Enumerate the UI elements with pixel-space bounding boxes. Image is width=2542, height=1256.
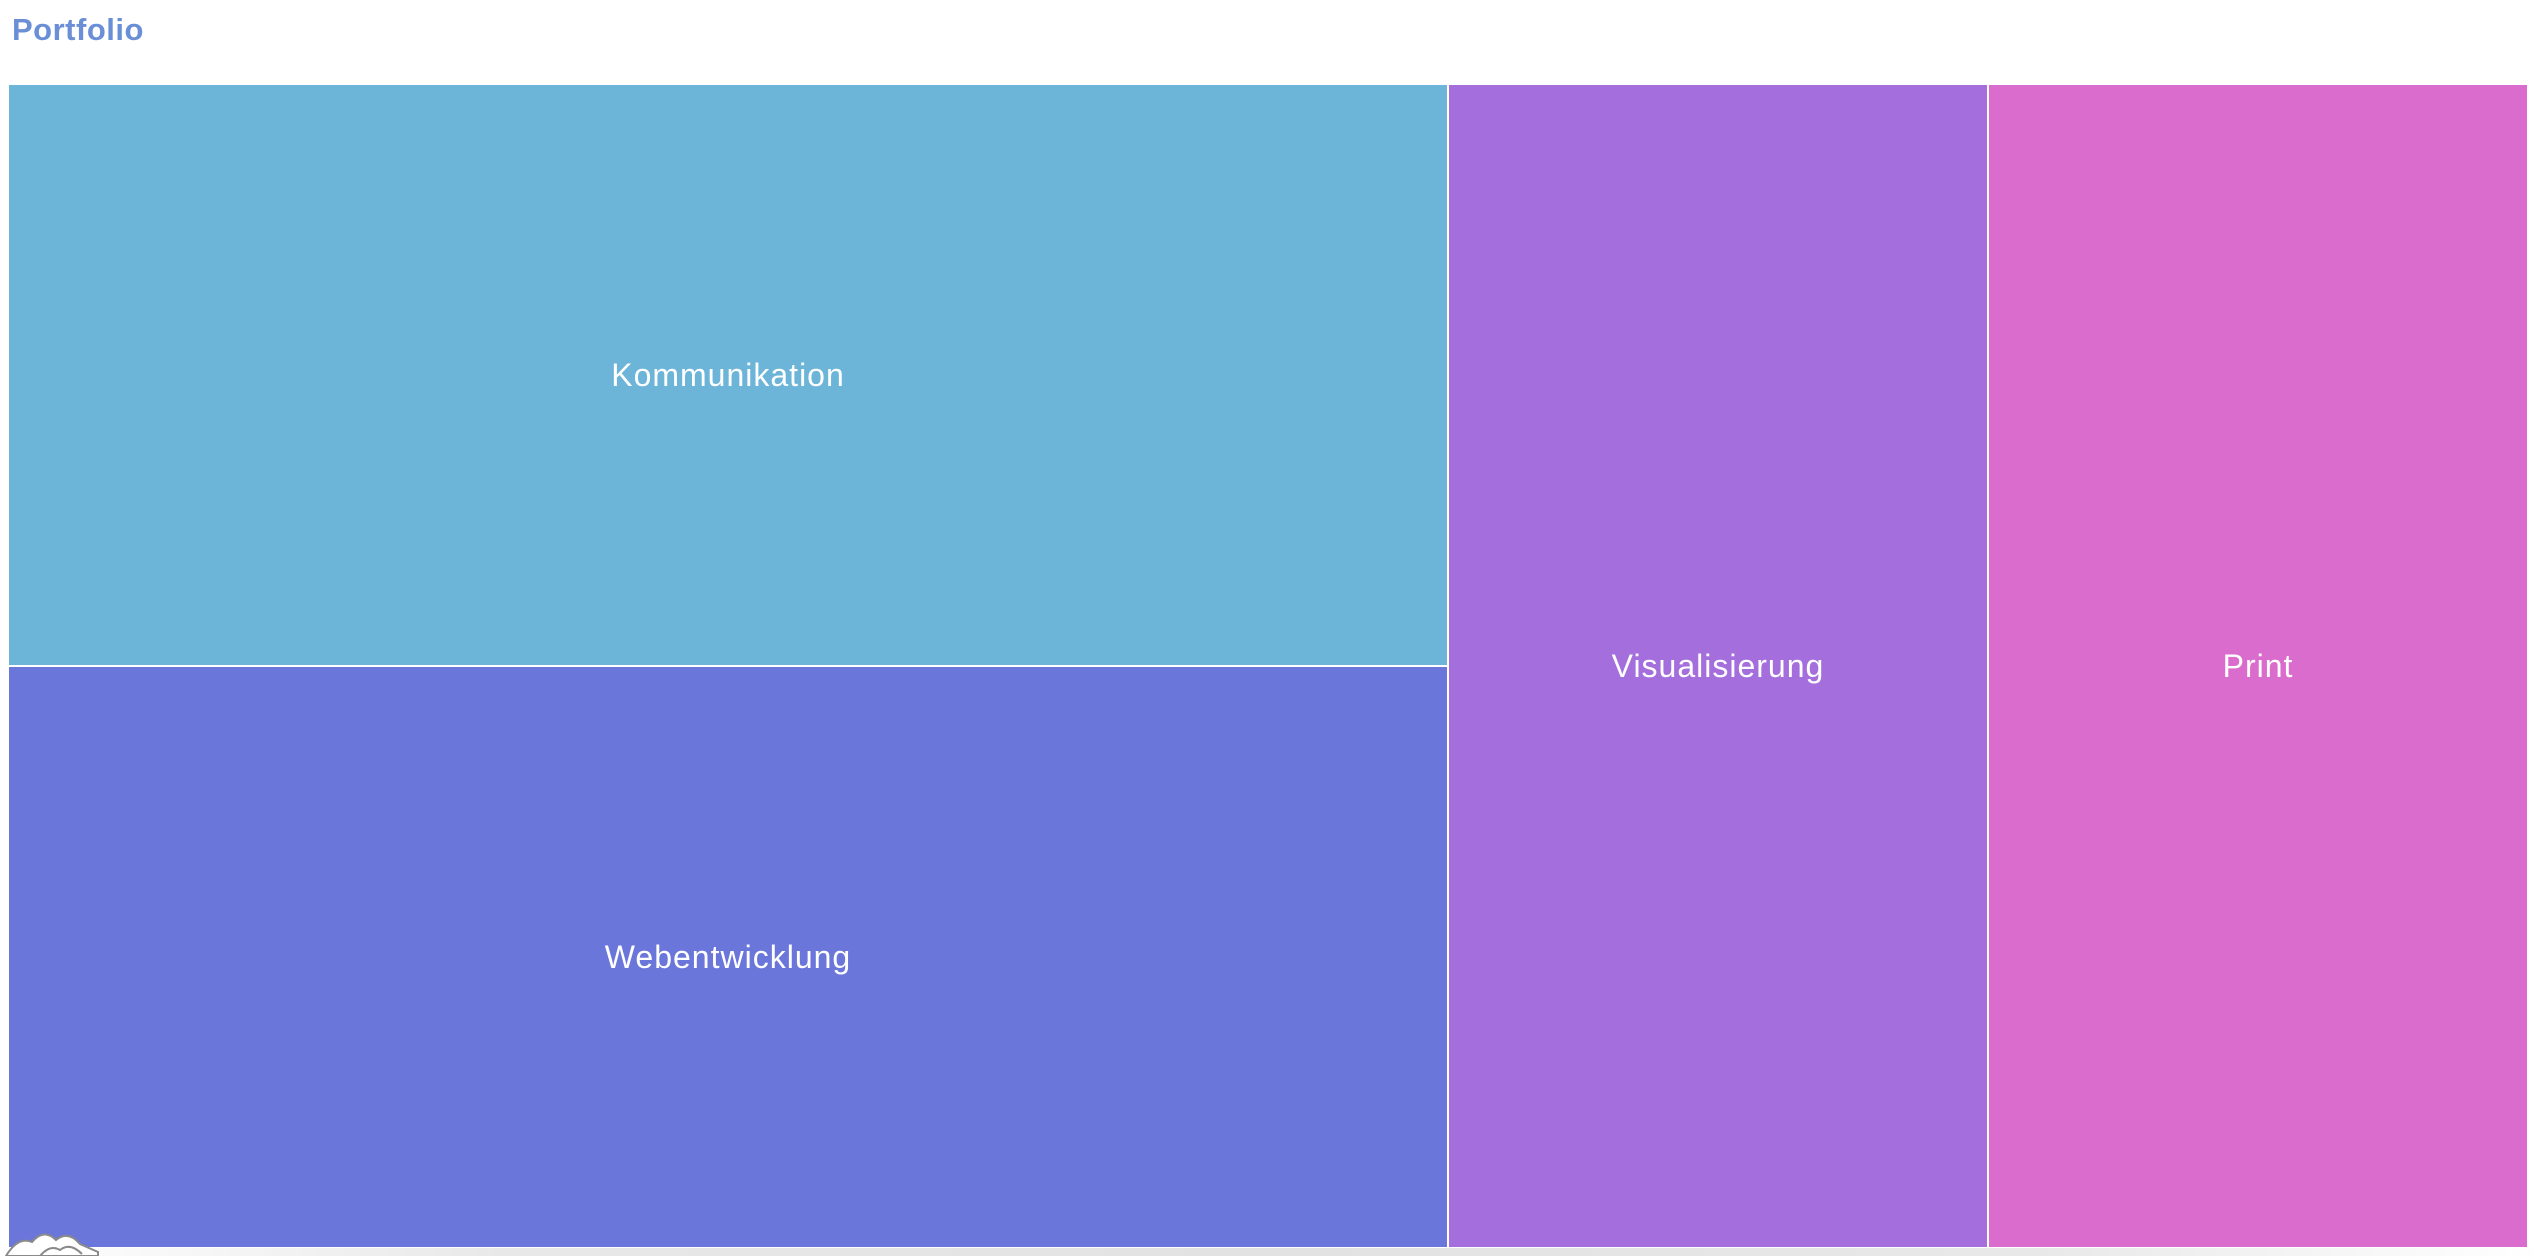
treemap-tile-print[interactable]: Print xyxy=(1988,84,2528,1248)
tile-label-print: Print xyxy=(2222,647,2294,684)
breadcrumb-portfolio-link[interactable]: Portfolio xyxy=(12,12,144,48)
tile-label-visualisierung: Visualisierung xyxy=(1611,647,1825,684)
bottom-edge-bar xyxy=(0,1248,2542,1256)
breadcrumb: Portfolio xyxy=(12,10,144,50)
tile-label-webentwicklung: Webentwicklung xyxy=(604,938,852,975)
treemap-tile-kommunikation[interactable]: Kommunikation xyxy=(8,84,1448,666)
mountain-icon xyxy=(4,1233,99,1256)
tile-label-kommunikation: Kommunikation xyxy=(611,356,845,393)
treemap-tile-webentwicklung[interactable]: Webentwicklung xyxy=(8,666,1448,1248)
treemap-tile-visualisierung[interactable]: Visualisierung xyxy=(1448,84,1988,1248)
treemap-app: Portfolio Kommunikation Webentwicklung V… xyxy=(0,0,2542,1256)
treemap-chart: Kommunikation Webentwicklung Visualisier… xyxy=(8,84,2528,1248)
